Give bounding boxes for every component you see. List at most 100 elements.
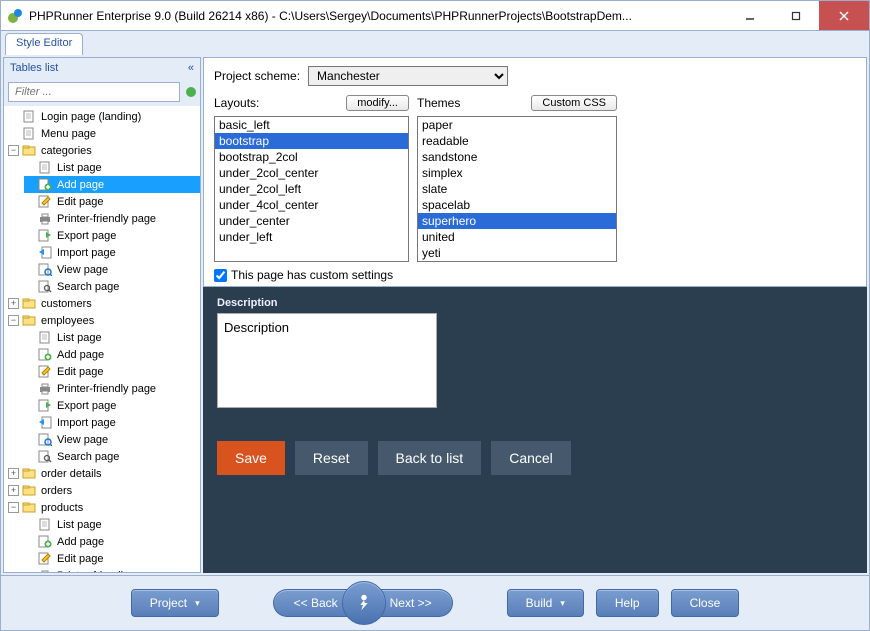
list-item[interactable]: under_left (215, 229, 408, 245)
tree-node[interactable]: Import page (24, 414, 200, 431)
list-item[interactable]: under_2col_left (215, 181, 408, 197)
tree-node[interactable]: Import page (24, 244, 200, 261)
tree-node[interactable]: Export page (24, 397, 200, 414)
list-item[interactable]: yeti (418, 245, 616, 261)
tree-toggle-icon[interactable]: + (8, 298, 19, 309)
tab-style-editor[interactable]: Style Editor (5, 33, 83, 55)
layouts-label: Layouts: (214, 96, 259, 110)
list-item[interactable]: paper (418, 117, 616, 133)
list-item[interactable]: under_2col_center (215, 165, 408, 181)
tree-node[interactable]: + customers (8, 295, 200, 312)
list-item[interactable]: basic_left (215, 117, 408, 133)
folder-icon (22, 501, 36, 514)
tree-node[interactable]: Edit page (24, 363, 200, 380)
tree-node[interactable]: Edit page (24, 193, 200, 210)
list-item[interactable]: united (418, 229, 616, 245)
tree-node-label: Import page (55, 417, 118, 429)
themes-listbox[interactable]: paperreadablesandstonesimplexslatespacel… (417, 116, 617, 262)
folder-icon (22, 484, 36, 497)
custom-css-button[interactable]: Custom CSS (531, 95, 617, 111)
tree-node[interactable]: −categories (8, 142, 200, 159)
tree-node[interactable]: Edit page (24, 550, 200, 567)
modify-button[interactable]: modify... (346, 95, 409, 111)
tree-node[interactable]: List page (24, 329, 200, 346)
close-button[interactable] (819, 1, 869, 30)
tree-node[interactable]: Export page (24, 227, 200, 244)
project-scheme-label: Project scheme: (214, 69, 300, 83)
tree-node[interactable]: +order details (8, 465, 200, 482)
tree-toggle-icon[interactable]: − (8, 145, 19, 156)
minimize-button[interactable] (727, 1, 773, 30)
tree-node-label: Edit page (55, 553, 105, 565)
list-item[interactable]: sandstone (418, 149, 616, 165)
wizard-run-icon[interactable] (342, 581, 386, 625)
tree-node[interactable]: −products (8, 499, 200, 516)
tree-node[interactable]: List page (24, 159, 200, 176)
tree-toggle-icon[interactable]: + (8, 485, 19, 496)
list-item[interactable]: bootstrap_2col (215, 149, 408, 165)
list-item[interactable]: slate (418, 181, 616, 197)
tree-node[interactable]: Printer-friendly page (24, 210, 200, 227)
tree-node[interactable]: Add page (24, 176, 200, 193)
tree-node[interactable]: Menu page (8, 125, 200, 142)
list-item[interactable]: spacelab (418, 197, 616, 213)
maximize-button[interactable] (773, 1, 819, 30)
export-icon (38, 229, 52, 242)
tree-node[interactable]: Login page (landing) (8, 108, 200, 125)
folder-icon (22, 144, 36, 157)
folder-icon (22, 297, 36, 310)
tree-node[interactable]: Search page (24, 448, 200, 465)
project-button[interactable]: Project (131, 589, 219, 617)
tree-node[interactable]: − employees (8, 312, 200, 329)
tree-node[interactable]: Printer-friendly page (24, 567, 200, 572)
tree-node[interactable]: +orders (8, 482, 200, 499)
tree-toggle-icon[interactable]: − (8, 315, 19, 326)
tree-toggle-icon[interactable]: − (8, 502, 19, 513)
tree-node-label: Export page (55, 230, 118, 242)
tree-node[interactable]: View page (24, 431, 200, 448)
tables-tree[interactable]: Login page (landing)Menu page−categories… (4, 106, 200, 572)
list-item[interactable]: simplex (418, 165, 616, 181)
tree-node[interactable]: Printer-friendly page (24, 380, 200, 397)
tree-node[interactable]: Search page (24, 278, 200, 295)
page-icon (38, 518, 52, 531)
tree-node[interactable]: View page (24, 261, 200, 278)
list-item[interactable]: superhero (418, 213, 616, 229)
themes-label: Themes (417, 96, 460, 110)
tree-node[interactable]: Add page (24, 346, 200, 363)
tree-node[interactable]: List page (24, 516, 200, 533)
build-button[interactable]: Build (507, 589, 584, 617)
collapse-sidebar-icon[interactable]: « (188, 62, 194, 74)
list-item[interactable]: under_center (215, 213, 408, 229)
scheme-panel: Project scheme: Manchester Layouts: modi… (203, 57, 867, 287)
list-item[interactable]: under_4col_center (215, 197, 408, 213)
list-item[interactable]: bootstrap (215, 133, 408, 149)
filter-input[interactable] (8, 82, 180, 102)
custom-settings-checkbox[interactable] (214, 269, 227, 282)
list-item[interactable]: readable (418, 133, 616, 149)
back-to-list-button[interactable]: Back to list (378, 441, 482, 475)
layouts-listbox[interactable]: basic_leftbootstrapbootstrap_2colunder_2… (214, 116, 409, 262)
add-icon (38, 535, 52, 548)
page-icon (22, 127, 36, 140)
project-scheme-select[interactable]: Manchester (308, 66, 508, 86)
tree-node[interactable]: Add page (24, 533, 200, 550)
edit-icon (38, 365, 52, 378)
tree-node-label: Printer-friendly page (55, 213, 158, 225)
help-button[interactable]: Help (596, 589, 659, 617)
tree-node-label: Add page (55, 349, 106, 361)
reset-button[interactable]: Reset (295, 441, 368, 475)
wizard-bottom-bar: Project << Back Next >> Build Help Close (1, 575, 869, 630)
title-bar: PHPRunner Enterprise 9.0 (Build 26214 x8… (1, 1, 869, 31)
tree-toggle-icon[interactable]: + (8, 468, 19, 479)
save-button[interactable]: Save (217, 441, 285, 475)
close-app-button[interactable]: Close (671, 589, 740, 617)
import-icon (38, 246, 52, 259)
tree-node-label: View page (55, 434, 110, 446)
tree-node-label: Add page (55, 179, 106, 191)
tree-node-label: employees (39, 315, 96, 327)
tree-node-label: customers (39, 298, 94, 310)
description-textarea[interactable] (217, 313, 437, 408)
cancel-button[interactable]: Cancel (491, 441, 571, 475)
folder-icon (22, 467, 36, 480)
